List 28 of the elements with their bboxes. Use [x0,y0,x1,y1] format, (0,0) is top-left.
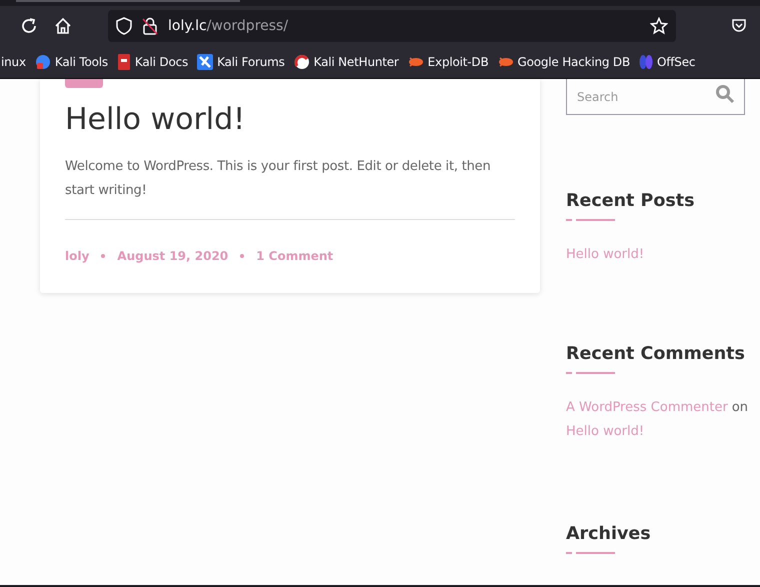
bookmark-link[interactable]: Kali NetHunter [294,54,399,70]
star-icon[interactable] [650,17,668,35]
bookmark-link[interactable]: OffSec [639,54,696,70]
bookmark-link[interactable]: Kali Tools [34,54,108,70]
bookmark-link[interactable]: Kali Forums [197,54,285,70]
url-text: loly.lc/wordpress/ [168,18,290,34]
book-icon [116,54,131,70]
widget-title: Archives [566,524,652,544]
insecure-lock-icon [142,17,158,35]
forum-icon [197,54,214,70]
bookmark-link[interactable]: inux [1,55,26,69]
bug-icon [498,56,514,68]
bookmark-link[interactable]: Kali Docs [116,54,188,70]
address-bar[interactable]: loly.lc/wordpress/ [108,10,676,42]
shield-icon [116,17,132,35]
search-field[interactable]: Search [566,79,745,115]
separator-dot [101,254,106,258]
widget-title: Recent Posts [566,191,696,211]
bookmark-link[interactable]: Google Hacking DB [498,55,630,69]
separator-dot [240,254,244,258]
search-icon[interactable] [715,84,735,104]
post-title[interactable]: Hello world! [65,102,515,137]
bookmark-link[interactable]: Exploit-DB [408,55,488,69]
comment-text: on [732,399,748,417]
widget-title: Recent Comments [566,344,746,364]
offsec-icon [639,54,653,70]
bug-icon [408,56,424,68]
post-excerpt: Welcome to WordPress. This is your first post. Edit or delete it, then start writing! [65,158,492,200]
